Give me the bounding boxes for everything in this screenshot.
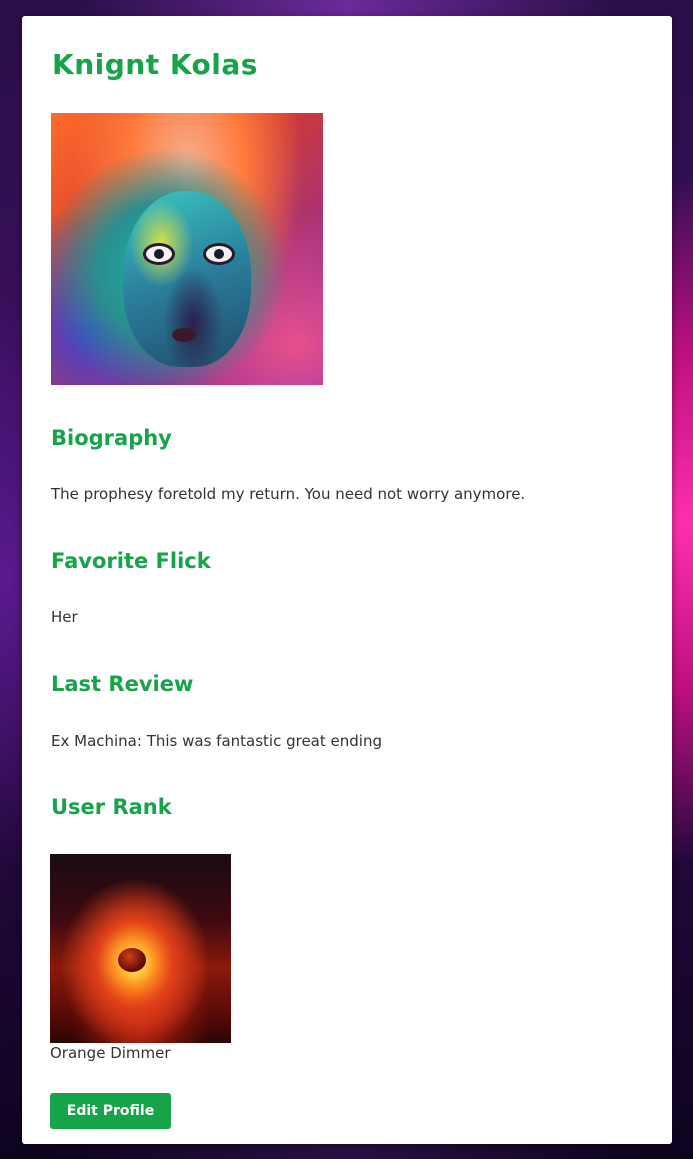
biography-text: The prophesy foretold my return. You nee… bbox=[51, 485, 526, 503]
last-review-text: Ex Machina: This was fantastic great end… bbox=[51, 732, 382, 750]
avatar-mouth bbox=[172, 328, 196, 342]
biography-heading: Biography bbox=[51, 426, 172, 450]
favorite-flick-text: Her bbox=[51, 608, 78, 626]
rank-planet-glow bbox=[118, 948, 146, 972]
rank-name: Orange Dimmer bbox=[50, 1044, 171, 1062]
last-review-heading: Last Review bbox=[51, 672, 194, 696]
edit-profile-button[interactable]: Edit Profile bbox=[50, 1093, 171, 1129]
profile-avatar-image bbox=[51, 113, 323, 385]
avatar-right-eye bbox=[203, 243, 235, 265]
favorite-flick-heading: Favorite Flick bbox=[51, 549, 211, 573]
profile-name: Knignt Kolas bbox=[52, 48, 258, 81]
user-rank-heading: User Rank bbox=[51, 795, 172, 819]
avatar-left-eye bbox=[143, 243, 175, 265]
rank-badge-image bbox=[50, 854, 231, 1043]
profile-card: Knignt Kolas Biography The prophesy fore… bbox=[22, 16, 672, 1144]
